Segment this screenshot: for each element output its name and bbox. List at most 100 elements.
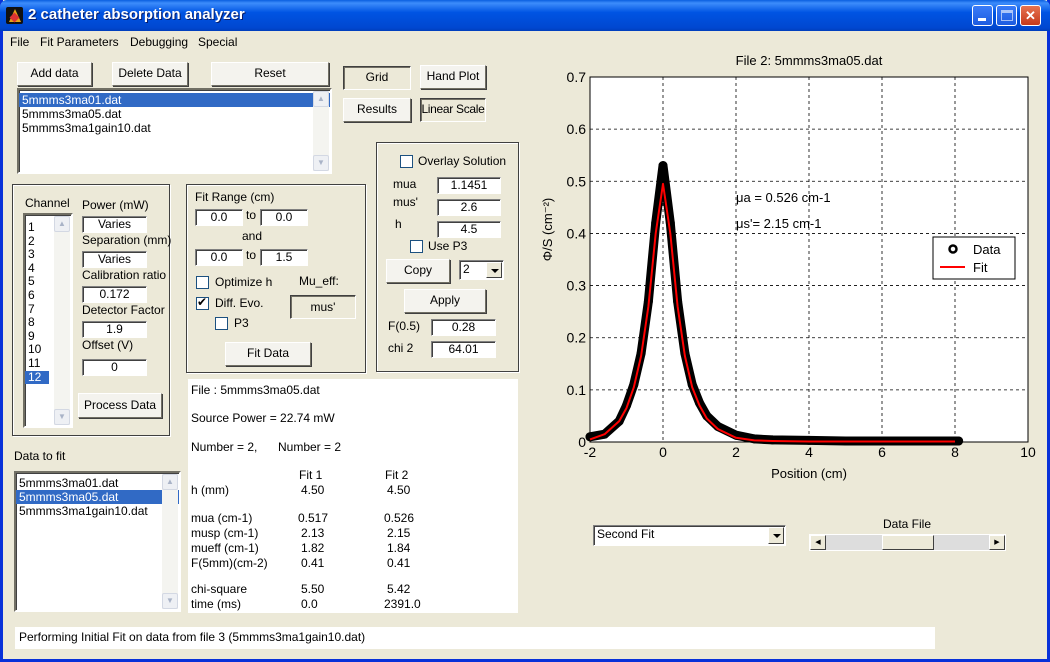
scroll-down-icon[interactable]: ▼ xyxy=(162,593,178,609)
channel-item[interactable]: 12 xyxy=(25,370,49,385)
detector-factor-field[interactable]: 1.9 xyxy=(82,321,147,338)
detector-factor-label: Detector Factor xyxy=(82,303,165,317)
results-label: F(5mm)(cm-2) xyxy=(191,556,268,570)
file-list-item[interactable]: 5mmms3ma05.dat xyxy=(19,107,330,121)
y-tick-label: 0.4 xyxy=(567,225,587,241)
results-fit1: 2.13 xyxy=(301,526,325,540)
menu-special[interactable]: Special xyxy=(198,35,237,49)
minimize-button[interactable] xyxy=(972,5,993,26)
channel-item[interactable]: 6 xyxy=(25,288,49,303)
dropdown-arrow-icon[interactable] xyxy=(768,527,784,544)
diff-evo-label: Diff. Evo. xyxy=(215,296,264,310)
results-label: mua (cm-1) xyxy=(191,511,253,525)
channel-item[interactable]: 4 xyxy=(25,261,49,276)
x-tick-label: 8 xyxy=(951,444,959,460)
scroll-up-icon[interactable]: ▲ xyxy=(313,91,329,107)
power-field[interactable]: Varies xyxy=(82,216,147,233)
hand-plot-button[interactable]: Hand Plot xyxy=(420,65,486,89)
optimize-h-checkbox[interactable] xyxy=(196,276,209,289)
to-label: to xyxy=(246,208,257,222)
use-p3-checkbox[interactable] xyxy=(410,240,423,253)
range1-from-field[interactable]: 0.0 xyxy=(195,209,243,226)
file-list-scrollbar[interactable]: ▲ ▼ xyxy=(313,91,329,171)
apply-button[interactable]: Apply xyxy=(404,289,486,313)
dropdown-arrow-icon[interactable] xyxy=(486,262,502,278)
fit-select[interactable]: Second Fit xyxy=(593,525,786,546)
channel-item[interactable]: 9 xyxy=(25,329,49,344)
p3-checkbox[interactable] xyxy=(215,317,228,330)
range2-from-field[interactable]: 0.0 xyxy=(195,249,243,266)
channel-item[interactable]: 11 xyxy=(25,356,49,371)
separation-field[interactable]: Varies xyxy=(82,251,147,268)
channel-scrollbar[interactable]: ▲ ▼ xyxy=(54,216,70,425)
close-button[interactable]: ✕ xyxy=(1020,5,1041,26)
title-bar[interactable]: 2 catheter absorption analyzer ✕ xyxy=(0,0,1050,31)
file-list-item[interactable]: 5mmms3ma1gain10.dat xyxy=(19,121,330,135)
power-label: Power (mW) xyxy=(82,198,149,212)
scroll-left-icon[interactable]: ◀ xyxy=(810,535,826,550)
fit-data-button[interactable]: Fit Data xyxy=(225,342,311,366)
chart-title: File 2: 5mmms3ma05.dat xyxy=(736,53,883,68)
copy-target-value: 2 xyxy=(463,262,470,276)
scroll-down-icon[interactable]: ▼ xyxy=(54,409,70,425)
channel-list[interactable]: 1 2 3 4 5 6 7 8 9 10 11 12 ▲ ▼ xyxy=(23,213,73,428)
chi2-field[interactable]: 64.01 xyxy=(431,341,496,358)
scroll-up-icon[interactable]: ▲ xyxy=(54,216,70,232)
data-to-fit-item[interactable]: 5mmms3ma01.dat xyxy=(16,476,179,490)
mus-field[interactable]: 2.6 xyxy=(437,199,501,216)
data-to-fit-item[interactable]: 5mmms3ma05.dat xyxy=(16,490,179,504)
data-file-slider[interactable]: ◀ ▶ xyxy=(809,534,1006,551)
reset-button[interactable]: Reset xyxy=(211,62,329,86)
results-label: mueff (cm-1) xyxy=(191,541,259,555)
x-tick-label: 10 xyxy=(1020,444,1036,460)
results-button[interactable]: Results xyxy=(343,98,411,122)
maximize-button[interactable] xyxy=(996,5,1017,26)
scroll-right-icon[interactable]: ▶ xyxy=(989,535,1005,550)
linear-scale-button[interactable]: Linear Scale xyxy=(420,98,486,122)
mua-label: mua xyxy=(393,177,417,191)
data-to-fit-item[interactable]: 5mmms3ma1gain10.dat xyxy=(16,504,179,518)
results-fit1: 5.50 xyxy=(301,582,325,596)
channel-item[interactable]: 3 xyxy=(25,248,49,262)
menu-debugging[interactable]: Debugging xyxy=(130,35,188,49)
h-field[interactable]: 4.5 xyxy=(437,221,501,238)
channel-item[interactable]: 8 xyxy=(25,316,49,330)
data-file-slider-thumb[interactable] xyxy=(881,535,934,550)
channel-item[interactable]: 5 xyxy=(25,275,49,289)
app-window: 2 catheter absorption analyzer ✕ File Fi… xyxy=(0,0,1050,662)
mua-field[interactable]: 1.1451 xyxy=(437,177,501,194)
channel-item[interactable]: 1 xyxy=(25,220,49,235)
offset-field[interactable]: 0 xyxy=(82,359,147,376)
range1-to-field[interactable]: 0.0 xyxy=(260,209,308,226)
file-list-item[interactable]: 5mmms3ma01.dat xyxy=(19,93,330,107)
results-power-line: Source Power = 22.74 mW xyxy=(191,411,335,425)
matlab-app-icon xyxy=(6,7,23,24)
calibration-ratio-field[interactable]: 0.172 xyxy=(82,286,147,303)
delete-data-button[interactable]: Delete Data xyxy=(112,62,188,86)
data-to-fit-scrollbar[interactable]: ▲ ▼ xyxy=(162,474,178,609)
process-data-button[interactable]: Process Data xyxy=(78,393,162,418)
data-point xyxy=(954,436,964,446)
y-tick-label: 0.7 xyxy=(567,69,587,85)
menu-file[interactable]: File xyxy=(10,35,29,49)
file-list[interactable]: 5mmms3ma01.dat 5mmms3ma05.dat 5mmms3ma1gai… xyxy=(17,88,332,174)
diff-evo-checkbox[interactable] xyxy=(196,295,209,310)
overlay-solution-checkbox[interactable] xyxy=(400,155,413,168)
copy-target-select[interactable]: 2 xyxy=(459,260,504,280)
grid-button[interactable]: Grid xyxy=(343,66,411,90)
results-fit2: 5.42 xyxy=(387,582,411,596)
results-fit2: 1.84 xyxy=(387,541,411,555)
menu-fit-parameters[interactable]: Fit Parameters xyxy=(40,35,119,49)
channel-item[interactable]: 2 xyxy=(25,234,49,249)
scroll-up-icon[interactable]: ▲ xyxy=(162,474,178,490)
range2-to-field[interactable]: 1.5 xyxy=(260,249,308,266)
mu-eff-toggle-button[interactable]: mus' xyxy=(290,295,356,319)
data-to-fit-list[interactable]: 5mmms3ma01.dat 5mmms3ma05.dat 5mmms3ma1gai… xyxy=(14,471,181,612)
channel-item[interactable]: 7 xyxy=(25,302,49,317)
copy-button[interactable]: Copy xyxy=(386,259,450,283)
channel-item[interactable]: 10 xyxy=(25,343,49,357)
data-point xyxy=(665,218,675,228)
f05-field[interactable]: 0.28 xyxy=(431,319,496,336)
scroll-down-icon[interactable]: ▼ xyxy=(313,155,329,171)
add-data-button[interactable]: Add data xyxy=(17,62,92,86)
